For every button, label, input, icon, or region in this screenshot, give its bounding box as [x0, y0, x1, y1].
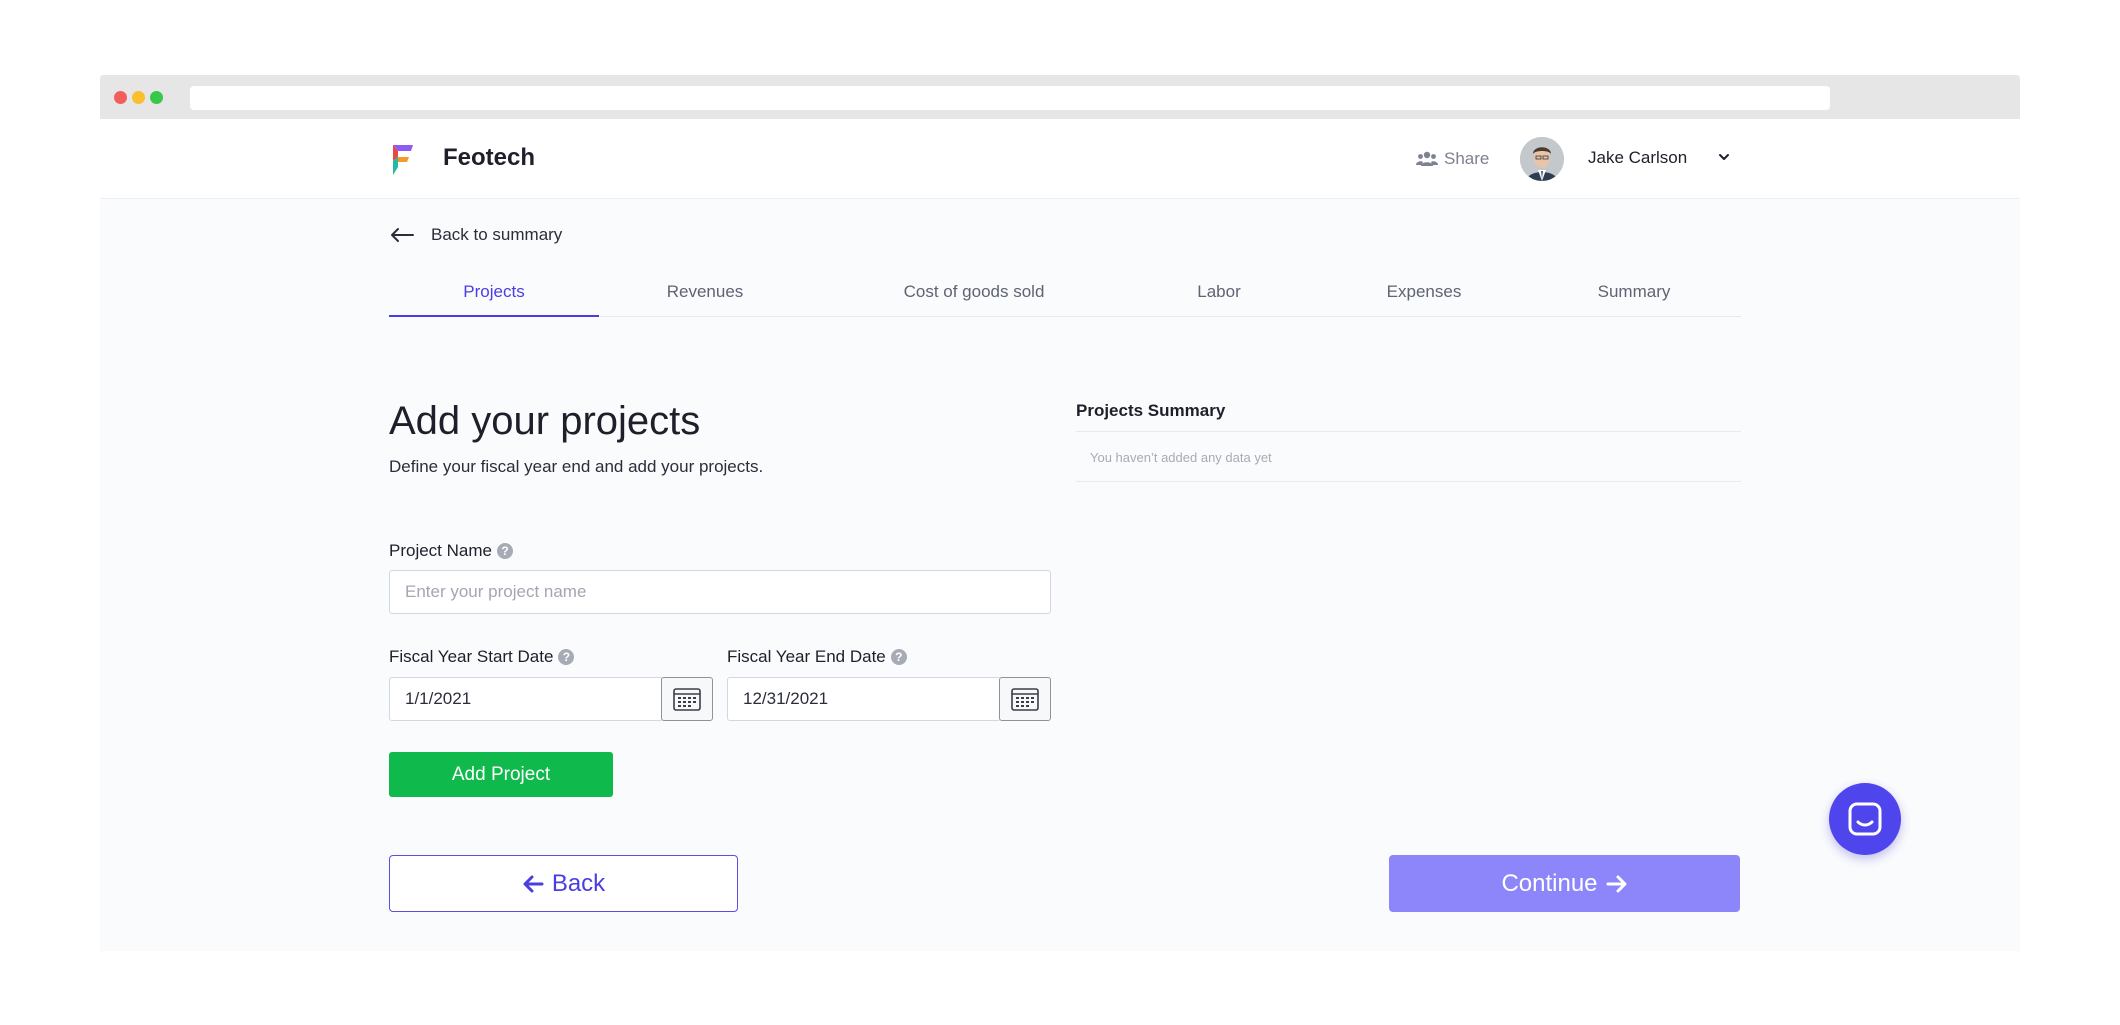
summary-empty-message: You haven’t added any data yet: [1090, 450, 1272, 465]
tab-revenues[interactable]: Revenues: [599, 275, 811, 317]
avatar[interactable]: [1520, 137, 1564, 181]
projects-summary-title: Projects Summary: [1076, 401, 1226, 420]
chat-icon: [1848, 802, 1882, 836]
fiscal-end-date-label-text: Fiscal Year End Date: [727, 647, 886, 666]
fiscal-end-date-input[interactable]: [727, 677, 1001, 721]
fiscal-start-date-label-text: Fiscal Year Start Date: [389, 647, 554, 666]
share-label: Share: [1444, 149, 1490, 168]
page-subtitle: Define your fiscal year end and add your…: [389, 457, 764, 476]
chevron-down-icon[interactable]: [1716, 149, 1732, 165]
help-icon[interactable]: ?: [558, 649, 575, 665]
back-to-summary-label: Back to summary: [431, 225, 563, 244]
address-bar[interactable]: [190, 86, 1830, 110]
tab-projects[interactable]: Projects: [389, 275, 599, 317]
close-window-dot[interactable]: [114, 91, 127, 104]
project-name-input[interactable]: [389, 570, 1051, 614]
summary-divider: [1076, 431, 1741, 432]
fiscal-start-date-input[interactable]: [389, 677, 663, 721]
share-people-icon: [1416, 151, 1438, 166]
step-tabs: Projects Revenues Cost of goods sold Lab…: [389, 275, 1741, 317]
arrow-right-icon: [1606, 875, 1627, 892]
continue-button[interactable]: Continue: [1389, 855, 1740, 912]
browser-window: Feotech Share Jake Carlson Back to summa…: [100, 75, 2020, 951]
continue-button-label: Continue: [1501, 869, 1598, 897]
project-name-label: Project Name ?: [389, 541, 513, 561]
chat-launcher-button[interactable]: [1829, 783, 1901, 855]
summary-divider: [1076, 481, 1741, 482]
tab-labor[interactable]: Labor: [1149, 275, 1289, 317]
project-name-label-text: Project Name: [389, 541, 492, 560]
back-button[interactable]: Back: [389, 855, 738, 912]
page-title: Add your projects: [389, 399, 701, 443]
maximize-window-dot[interactable]: [150, 91, 163, 104]
calendar-icon: [1011, 688, 1039, 711]
help-icon[interactable]: ?: [496, 543, 513, 559]
browser-chrome: [100, 75, 2020, 119]
top-header: Feotech Share Jake Carlson: [100, 119, 2020, 199]
avatar-image: [1520, 137, 1564, 181]
tab-expenses[interactable]: Expenses: [1339, 275, 1509, 317]
end-date-calendar-button[interactable]: [999, 677, 1051, 721]
brand-name: Feotech: [443, 144, 536, 171]
arrow-left-icon: [391, 228, 414, 242]
start-date-calendar-button[interactable]: [661, 677, 713, 721]
calendar-icon: [673, 688, 701, 711]
fiscal-start-date-label: Fiscal Year Start Date ?: [389, 647, 575, 667]
back-to-summary-link[interactable]: Back to summary: [389, 225, 562, 245]
tab-cost-of-goods-sold[interactable]: Cost of goods sold: [859, 275, 1089, 317]
logo-icon: [393, 145, 413, 175]
minimize-window-dot[interactable]: [132, 91, 145, 104]
share-button[interactable]: Share: [1416, 149, 1489, 169]
arrow-left-icon: [523, 875, 544, 892]
help-icon[interactable]: ?: [890, 649, 907, 665]
user-name: Jake Carlson: [1588, 148, 1688, 167]
back-button-label: Back: [551, 869, 606, 897]
add-project-button[interactable]: Add Project: [389, 752, 613, 797]
fiscal-end-date-label: Fiscal Year End Date ?: [727, 647, 907, 667]
tab-summary[interactable]: Summary: [1559, 275, 1709, 317]
